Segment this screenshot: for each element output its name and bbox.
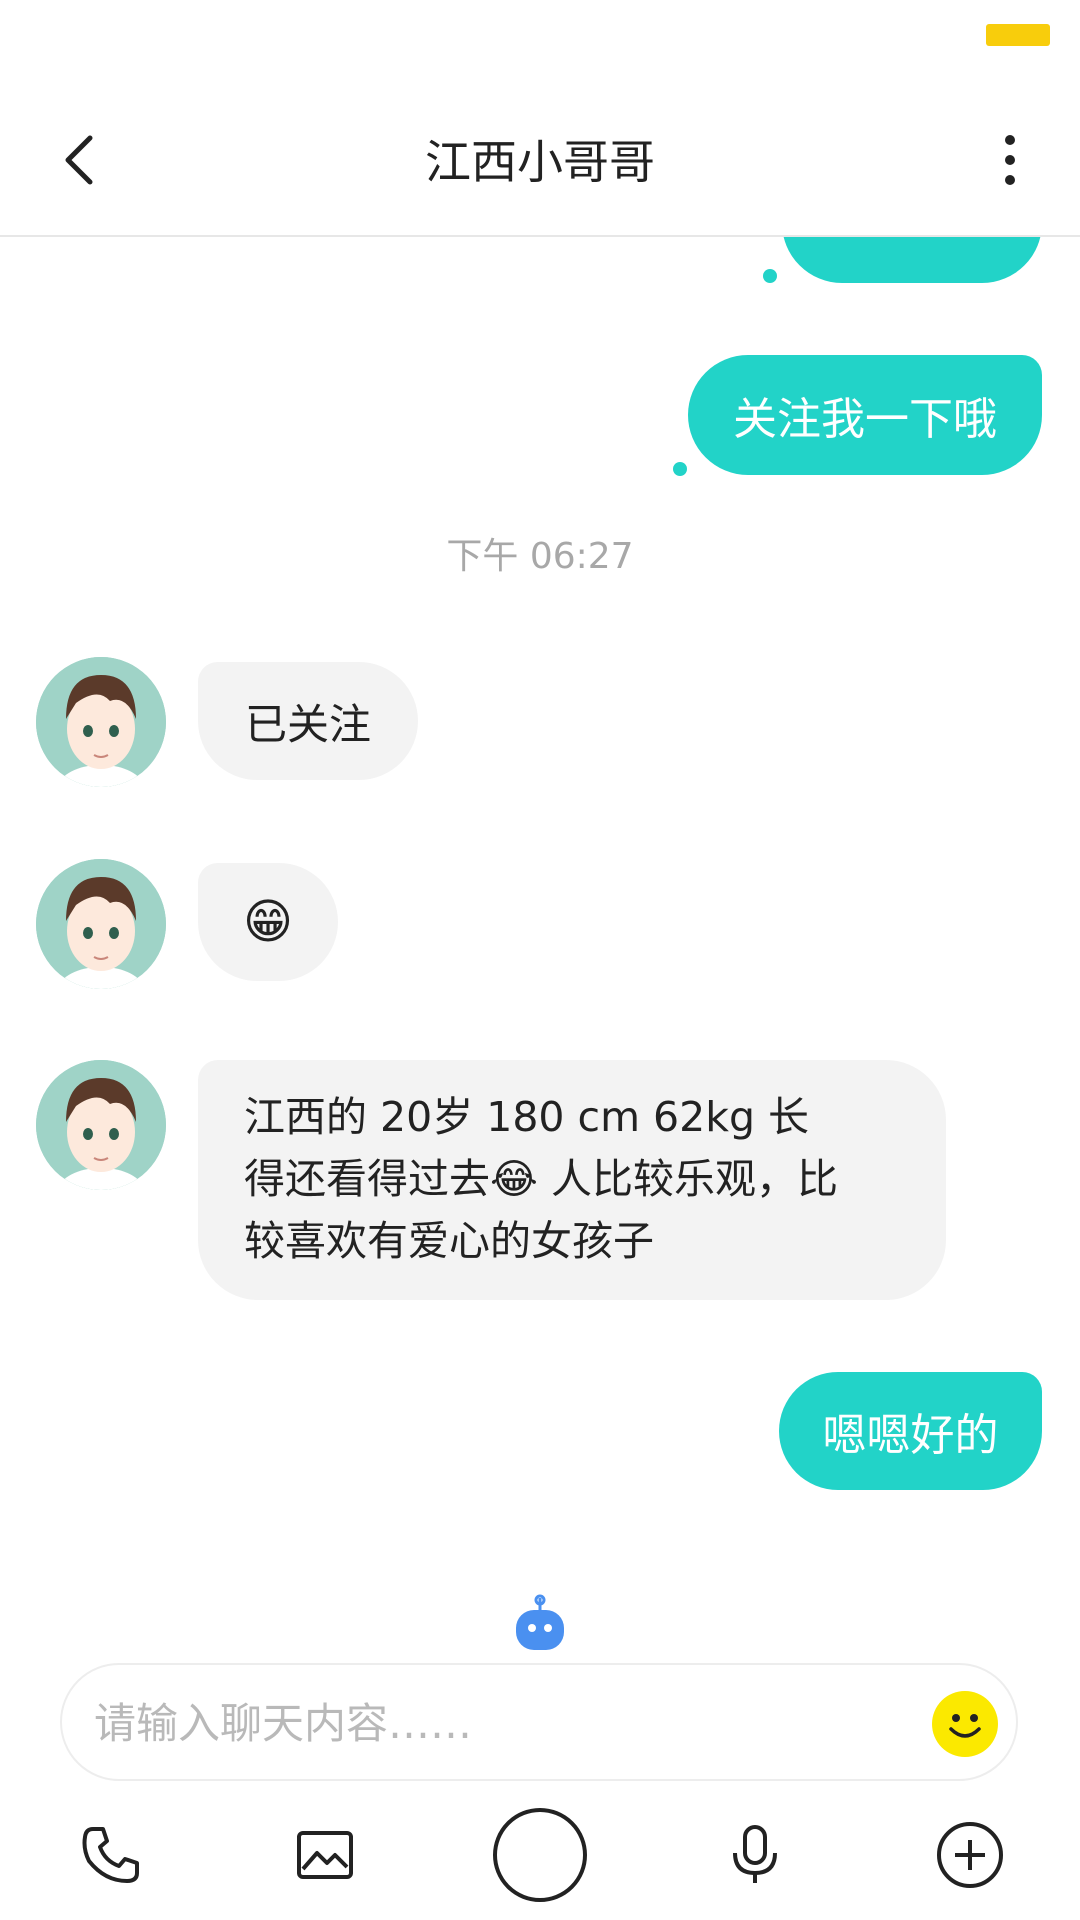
message-input[interactable] — [92, 1665, 916, 1781]
boy-avatar-icon — [36, 657, 166, 787]
grinning-emoji-icon: 😁 — [242, 894, 294, 950]
message-sent-dot — [763, 269, 777, 283]
back-icon — [65, 135, 93, 185]
chat-message-list[interactable]: 关注我一下哦 下午 06:27 已关注 😁 江西的 20岁 180 cm 62k… — [0, 237, 1080, 1557]
message-text: 江西的 20岁 180 cm 62kg 长 — [244, 1093, 810, 1141]
outgoing-message-bubble[interactable]: 嗯嗯好的 — [779, 1372, 1042, 1490]
message-composer — [60, 1663, 1018, 1781]
message-sent-dot — [673, 462, 687, 476]
message-text: 得还看得过去 — [244, 1155, 490, 1203]
image-icon — [297, 1831, 353, 1879]
tears-of-joy-emoji-icon: 😂 — [490, 1155, 538, 1203]
more-button[interactable] — [980, 120, 1040, 200]
message-text: 嗯嗯好的 — [822, 1410, 999, 1461]
page-title: 江西小哥哥 — [425, 135, 655, 189]
message-text: 已关注 — [244, 699, 371, 749]
incoming-message-bubble[interactable]: 已关注 — [198, 662, 418, 780]
battery-indicator — [986, 24, 1050, 46]
emoji-icon — [949, 1714, 981, 1738]
plus-circle-icon — [937, 1822, 1003, 1888]
more-icon — [1005, 135, 1015, 185]
avatar[interactable] — [36, 859, 166, 989]
outgoing-message-bubble[interactable] — [782, 237, 1042, 283]
message-line: 较喜欢有爱心的女孩子 — [244, 1210, 900, 1272]
nav-bar: 江西小哥哥 — [0, 90, 1080, 237]
incoming-message-bubble[interactable]: 😁 — [198, 863, 338, 981]
incoming-message-bubble[interactable]: 江西的 20岁 180 cm 62kg 长 得还看得过去😂 人比较乐观，比 较喜… — [198, 1060, 946, 1300]
camera-button[interactable] — [485, 1800, 595, 1910]
message-text: 较喜欢有爱心的女孩子 — [244, 1217, 654, 1265]
emoji-button[interactable] — [932, 1691, 998, 1757]
more-actions-button[interactable] — [915, 1800, 1025, 1910]
message-text: 人比较乐观，比 — [537, 1155, 838, 1203]
avatar[interactable] — [36, 1060, 166, 1190]
outgoing-message-bubble[interactable]: 关注我一下哦 — [688, 355, 1042, 475]
robot-icon — [516, 1594, 564, 1650]
voice-message-button[interactable] — [700, 1800, 810, 1910]
back-button[interactable] — [40, 120, 120, 200]
bottom-toolbar — [0, 1800, 1080, 1920]
message-line: 江西的 20岁 180 cm 62kg 长 — [244, 1086, 900, 1148]
image-button[interactable] — [270, 1800, 380, 1910]
voice-call-button[interactable] — [56, 1800, 166, 1910]
status-bar — [0, 0, 1080, 90]
boy-avatar-icon — [36, 1060, 166, 1190]
message-timestamp: 下午 06:27 — [446, 536, 634, 577]
robot-assistant-button[interactable] — [508, 1594, 572, 1658]
avatar[interactable] — [36, 657, 166, 787]
camera-shutter-icon — [493, 1808, 587, 1902]
message-text: 关注我一下哦 — [733, 394, 997, 445]
message-line: 得还看得过去😂 人比较乐观，比 — [244, 1148, 900, 1210]
microphone-icon — [733, 1825, 777, 1883]
boy-avatar-icon — [36, 859, 166, 989]
phone-icon — [82, 1827, 139, 1883]
